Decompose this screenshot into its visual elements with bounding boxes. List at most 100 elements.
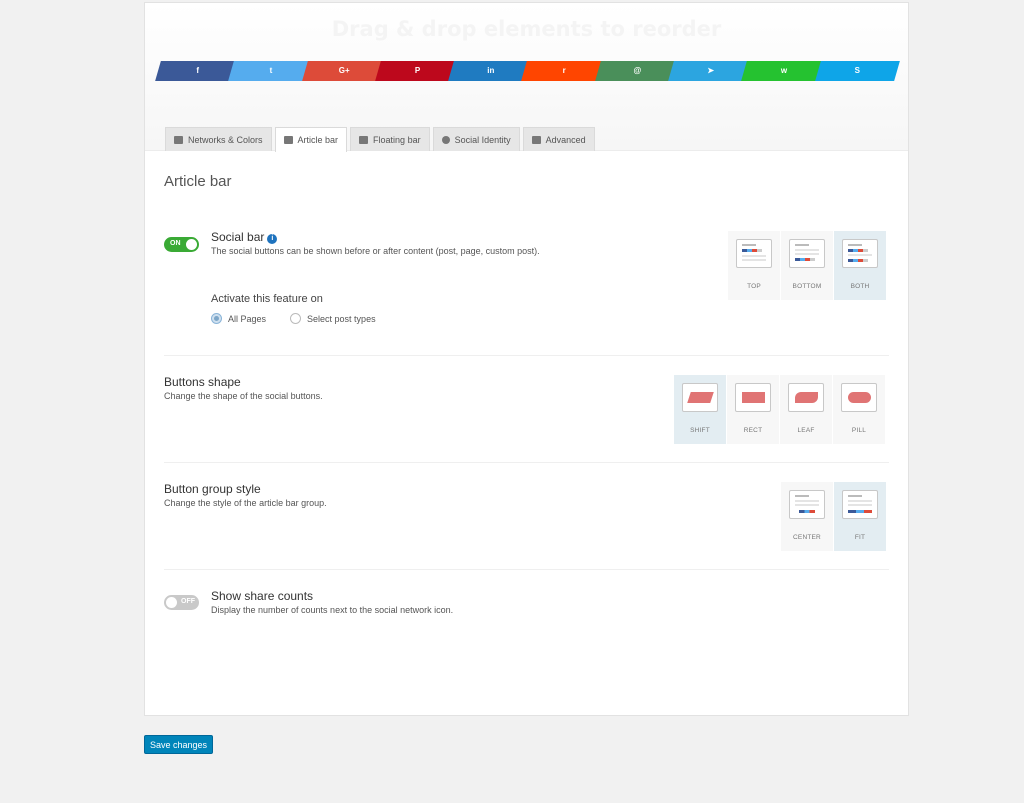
shape-rect-thumbnail	[735, 383, 771, 412]
group-style-description: Change the style of the article bar grou…	[164, 498, 327, 508]
whatsapp-icon: w	[780, 66, 788, 75]
toggle-knob	[166, 597, 177, 608]
image-icon	[174, 135, 183, 144]
settings-tabs: Networks & Colors Article bar Floating b…	[165, 127, 595, 152]
radio-select-post-types[interactable]: Select post types	[290, 313, 376, 324]
network-segment-twitter[interactable]: t	[234, 61, 308, 81]
divider	[164, 462, 889, 463]
settings-panel: Drag & drop elements to reorder f t G+ Pin r…	[144, 2, 909, 716]
group-center-thumbnail	[789, 490, 825, 519]
position-bottom-thumbnail	[789, 239, 825, 268]
shape-shift-thumbnail	[682, 383, 718, 412]
option-label: TOP	[747, 283, 761, 290]
option-label: BOTTOM	[792, 283, 822, 290]
shape-pill-thumbnail	[841, 383, 877, 412]
pill-shape	[848, 392, 871, 403]
share-counts-toggle[interactable]: OFF	[164, 595, 199, 610]
network-segment-google-plus[interactable]: G+	[307, 61, 381, 81]
social-bar-text: Social bar i The social buttons can be sh…	[211, 230, 540, 324]
divider	[164, 569, 889, 570]
social-network-strip: f t G+ Pin r @ ➤ w S	[161, 61, 894, 81]
tab-floating-bar[interactable]: Floating bar	[350, 127, 430, 151]
buttons-shape-title: Buttons shape	[164, 375, 241, 389]
shape-leaf-thumbnail	[788, 383, 824, 412]
position-bottom-option[interactable]: BOTTOM	[781, 231, 834, 300]
group-fit-thumbnail	[842, 490, 878, 519]
tab-label: Networks & Colors	[188, 134, 263, 145]
network-segment-linkedin[interactable]: in	[454, 61, 528, 81]
social-bar-title: Social bar i	[211, 230, 540, 244]
facebook-icon: f	[196, 66, 199, 75]
option-label: SHIFT	[690, 427, 710, 434]
group-style-text: Button group style Change the style of t…	[164, 482, 327, 508]
share-counts-text: Show share counts Display the number of …	[211, 589, 453, 615]
shape-options: SHIFT RECT LEAF PILL	[674, 375, 886, 444]
tab-advanced[interactable]: Advanced	[522, 127, 595, 151]
advanced-icon	[531, 135, 541, 144]
tab-label: Advanced	[545, 134, 586, 145]
position-top-thumbnail	[736, 239, 772, 268]
buttons-shape-text: Buttons shape Change the shape of the so…	[164, 375, 323, 401]
position-both-option[interactable]: BOTH	[834, 231, 887, 300]
network-segment-facebook[interactable]: f	[161, 61, 235, 81]
buttons-shape-description: Change the shape of the social buttons.	[164, 391, 323, 401]
tab-label: Floating bar	[373, 134, 421, 145]
divider	[164, 355, 889, 356]
option-label: RECT	[743, 427, 763, 434]
share-counts-title: Show share counts	[211, 589, 314, 603]
share-counts-description: Display the number of counts next to the…	[211, 605, 454, 615]
reddit-icon: r	[562, 66, 566, 75]
network-segment-whatsapp[interactable]: w	[747, 61, 821, 81]
network-segment-reddit[interactable]: r	[527, 61, 601, 81]
group-center-option[interactable]: CENTER	[781, 482, 834, 551]
shape-rect-option[interactable]: RECT	[727, 375, 780, 444]
google-plus-icon: G+	[338, 66, 350, 75]
position-both-thumbnail	[842, 239, 878, 268]
network-segment-telegram[interactable]: ➤	[674, 61, 748, 81]
tab-label: Article bar	[297, 135, 339, 145]
skype-icon: S	[854, 66, 860, 75]
network-segment-skype[interactable]: S	[820, 61, 894, 81]
option-label: FIT	[854, 534, 866, 541]
tab-article-bar[interactable]: Article bar	[274, 127, 348, 152]
social-bar-description: The social buttons can be shown before o…	[211, 246, 540, 256]
group-fit-option[interactable]: FIT	[834, 482, 887, 551]
linkedin-icon: in	[487, 66, 495, 75]
radio-dot	[290, 313, 302, 324]
radio-all-pages[interactable]: All Pages	[211, 313, 266, 324]
twitter-icon: t	[269, 66, 273, 75]
social-bar-title-text: Social bar	[211, 230, 265, 244]
shape-shift-option[interactable]: SHIFT	[674, 375, 727, 444]
activate-radio-group: All Pages Select post types	[211, 313, 540, 324]
info-icon[interactable]: i	[267, 234, 278, 244]
envelope-icon: @	[633, 66, 642, 75]
rect-shape	[742, 392, 765, 403]
floating-bar-icon	[359, 135, 369, 144]
telegram-icon: ➤	[707, 66, 715, 75]
activate-label: Activate this feature on	[211, 293, 323, 305]
save-changes-button[interactable]: Save changes	[144, 735, 213, 754]
shape-pill-option[interactable]: PILL	[833, 375, 886, 444]
leaf-shape	[795, 392, 818, 403]
option-label: LEAF	[797, 427, 815, 434]
tab-label: Social Identity	[454, 134, 511, 145]
tab-social-identity[interactable]: Social Identity	[432, 127, 520, 151]
article-bar-icon	[283, 136, 293, 144]
radio-label: Select post types	[307, 313, 376, 324]
pinterest-icon: P	[414, 66, 421, 75]
position-top-option[interactable]: TOP	[728, 231, 781, 300]
tab-networks-colors[interactable]: Networks & Colors	[165, 127, 272, 151]
section-title: Article bar	[164, 173, 232, 190]
networks-header: Drag & drop elements to reorder f t G+ Pin r…	[145, 3, 908, 152]
toggle-knob	[186, 239, 197, 250]
network-segment-email[interactable]: @	[600, 61, 675, 81]
option-label: CENTER	[793, 534, 821, 541]
radio-label: All Pages	[228, 313, 267, 324]
social-bar-toggle[interactable]: ON	[164, 237, 199, 252]
toggle-label: OFF	[181, 598, 195, 605]
network-segment-pinterest[interactable]: P	[380, 61, 455, 81]
toggle-label: ON	[170, 240, 181, 247]
option-label: PILL	[851, 427, 867, 434]
radio-dot	[211, 313, 222, 324]
shape-leaf-option[interactable]: LEAF	[780, 375, 833, 444]
